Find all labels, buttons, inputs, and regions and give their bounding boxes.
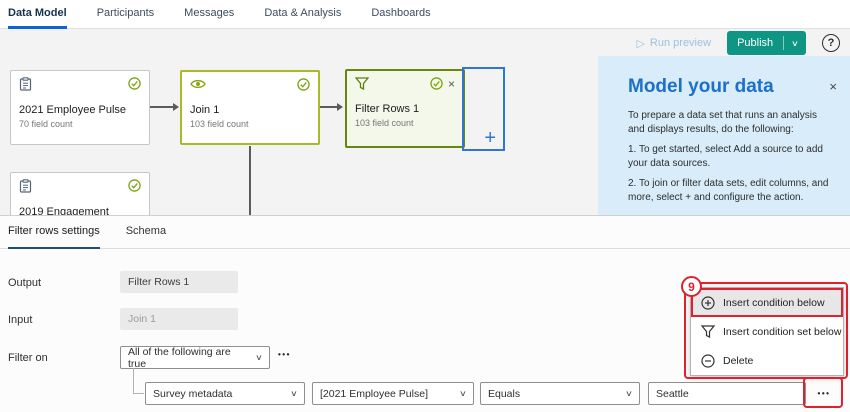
help-panel-step-1: 1. To get started, select Add a source t…: [628, 143, 834, 171]
condition-more-button[interactable]: •••: [810, 383, 838, 404]
plus-icon[interactable]: +: [484, 127, 496, 150]
play-icon: ▷: [636, 37, 644, 50]
filter-icon: [701, 325, 715, 338]
node-header: [19, 77, 141, 91]
condition-field-value: Survey metadata: [153, 388, 232, 400]
tab-participants[interactable]: Participants: [97, 0, 154, 29]
input-label: Input: [8, 314, 32, 326]
condition-context-menu: Insert condition below Insert condition …: [690, 287, 844, 376]
check-circle-icon: [128, 77, 141, 90]
connector-arrow-icon: [173, 103, 179, 111]
publish-label: Publish: [727, 37, 783, 49]
help-panel: × Model your data To prepare a data set …: [598, 56, 850, 215]
input-value-field: Join 1: [120, 308, 238, 330]
node-header: ×: [355, 77, 455, 90]
close-icon[interactable]: ×: [448, 79, 455, 89]
minus-circle-icon: [701, 354, 715, 368]
publish-button[interactable]: Publish ∨: [727, 31, 806, 55]
annotation-step-badge: 9: [681, 276, 702, 297]
close-icon[interactable]: ×: [829, 79, 837, 94]
condition-field-select[interactable]: Survey metadata ∨: [145, 382, 305, 405]
eye-icon: [190, 78, 206, 90]
plus-circle-icon: [701, 296, 715, 310]
node-filter-rows-1[interactable]: × Filter Rows 1 103 field count: [345, 69, 465, 148]
condition-tree-connector: [133, 368, 144, 394]
document-icon: [19, 179, 32, 193]
document-icon: [19, 77, 32, 91]
condition-operator-select[interactable]: Equals ∨: [480, 382, 640, 405]
condition-operator-value: Equals: [488, 388, 520, 400]
chevron-down-icon: ∨: [290, 389, 298, 398]
tab-dashboards[interactable]: Dashboards: [371, 0, 430, 29]
model-canvas: ▷ Run preview Publish ∨ ?: [0, 29, 850, 215]
node-2019-engagement[interactable]: 2019 Engagement: [10, 172, 150, 215]
filter-settings-panel: Filter rows settings Schema Output Filte…: [0, 215, 850, 412]
tab-schema[interactable]: Schema: [126, 216, 166, 249]
top-nav: Data Model Participants Messages Data & …: [0, 0, 850, 29]
connector-arrow-icon: [337, 103, 343, 111]
tab-filter-rows-settings[interactable]: Filter rows settings: [8, 216, 100, 249]
menu-item-delete[interactable]: Delete: [691, 346, 843, 375]
filter-on-label: Filter on: [8, 352, 48, 364]
help-panel-step-2: 2. To join or filter data sets, edit col…: [628, 177, 834, 205]
check-circle-icon: [297, 78, 310, 91]
condition-dataset-value: [2021 Employee Pulse]: [320, 388, 428, 400]
check-circle-icon: [430, 77, 443, 90]
toolbar: ▷ Run preview Publish ∨ ?: [636, 29, 850, 57]
node-header: [190, 78, 310, 91]
run-preview-button[interactable]: ▷ Run preview: [636, 37, 711, 50]
filter-logic-select[interactable]: All of the following are true ∨: [120, 346, 270, 369]
connector-line: [320, 106, 338, 108]
node-title: Filter Rows 1: [355, 103, 455, 115]
filter-on-more-button[interactable]: •••: [278, 350, 291, 359]
menu-item-insert-condition-set-below[interactable]: Insert condition set below: [691, 317, 843, 346]
node-header: [19, 179, 141, 193]
help-button[interactable]: ?: [822, 34, 840, 52]
filter-icon: [355, 77, 369, 90]
node-title: 2019 Engagement: [19, 206, 141, 215]
node-field-count: 70 field count: [19, 119, 141, 129]
connector-line: [249, 146, 251, 215]
node-title: 2021 Employee Pulse: [19, 104, 141, 116]
menu-item-insert-condition-below[interactable]: Insert condition below: [691, 288, 843, 317]
node-join-1[interactable]: Join 1 103 field count: [180, 70, 320, 145]
output-value-field[interactable]: Filter Rows 1: [120, 271, 238, 293]
node-2021-employee-pulse[interactable]: 2021 Employee Pulse 70 field count: [10, 70, 150, 145]
chevron-down-icon[interactable]: ∨: [781, 39, 809, 48]
add-action-slot[interactable]: +: [462, 67, 505, 151]
menu-item-label: Insert condition below: [723, 297, 825, 309]
help-panel-title: Model your data: [628, 76, 834, 98]
app-root: Data Model Participants Messages Data & …: [0, 0, 850, 412]
menu-item-label: Delete: [723, 355, 753, 367]
run-preview-label: Run preview: [650, 37, 711, 49]
help-panel-intro: To prepare a data set that runs an analy…: [628, 109, 834, 137]
tab-data-model[interactable]: Data Model: [8, 0, 67, 29]
node-status-group: ×: [430, 77, 455, 90]
node-title: Join 1: [190, 104, 310, 116]
condition-dataset-select[interactable]: [2021 Employee Pulse] ∨: [312, 382, 474, 405]
chevron-down-icon: ∨: [459, 389, 467, 398]
tab-data-analysis[interactable]: Data & Analysis: [264, 0, 341, 29]
output-label: Output: [8, 277, 41, 289]
filter-logic-value: All of the following are true: [128, 346, 250, 370]
node-field-count: 103 field count: [355, 118, 455, 128]
settings-tabs: Filter rows settings Schema: [0, 216, 850, 249]
condition-value-input[interactable]: [648, 382, 806, 405]
connector-line: [150, 106, 174, 108]
check-circle-icon: [128, 179, 141, 192]
chevron-down-icon: ∨: [255, 353, 263, 362]
menu-item-label: Insert condition set below: [723, 326, 841, 338]
node-field-count: 103 field count: [190, 119, 310, 129]
tab-messages[interactable]: Messages: [184, 0, 234, 29]
chevron-down-icon: ∨: [625, 389, 633, 398]
